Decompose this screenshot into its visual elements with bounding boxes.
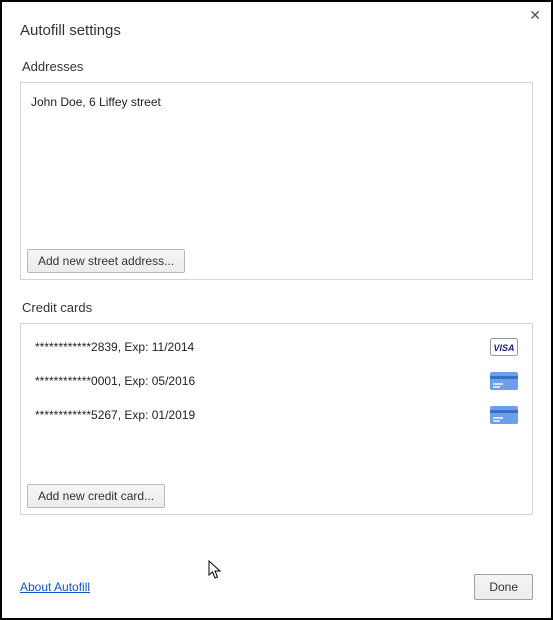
- credit-card-text: ************0001, Exp: 05/2016: [35, 374, 490, 388]
- address-item[interactable]: John Doe, 6 Liffey street: [27, 89, 526, 115]
- credit-card-item[interactable]: ************0001, Exp: 05/2016: [27, 364, 526, 398]
- add-address-button[interactable]: Add new street address...: [27, 249, 185, 273]
- credit-card-item[interactable]: ************2839, Exp: 11/2014VISA: [27, 330, 526, 364]
- generic-card-icon: [490, 406, 518, 424]
- close-icon: ✕: [529, 7, 541, 23]
- done-button[interactable]: Done: [474, 574, 533, 600]
- credit-card-text: ************5267, Exp: 01/2019: [35, 408, 490, 422]
- credit-cards-list: ************2839, Exp: 11/2014VISA******…: [27, 330, 526, 432]
- add-credit-card-button[interactable]: Add new credit card...: [27, 484, 165, 508]
- credit-card-text: ************2839, Exp: 11/2014: [35, 340, 490, 354]
- addresses-list: John Doe, 6 Liffey street: [27, 89, 526, 115]
- addresses-panel: John Doe, 6 Liffey street Add new street…: [20, 82, 533, 280]
- close-button[interactable]: ✕: [529, 8, 541, 22]
- svg-text:VISA: VISA: [493, 343, 514, 353]
- credit-cards-label: Credit cards: [22, 300, 533, 315]
- dialog-title: Autofill settings: [20, 22, 533, 39]
- addresses-label: Addresses: [22, 59, 533, 74]
- address-text: John Doe, 6 Liffey street: [31, 95, 161, 109]
- credit-card-item[interactable]: ************5267, Exp: 01/2019: [27, 398, 526, 432]
- generic-card-icon: [490, 372, 518, 390]
- autofill-settings-dialog: ✕ Autofill settings Addresses John Doe, …: [2, 2, 551, 618]
- credit-cards-panel: ************2839, Exp: 11/2014VISA******…: [20, 323, 533, 515]
- dialog-footer: About Autofill Done: [20, 574, 533, 600]
- visa-card-icon: VISA: [490, 338, 518, 356]
- about-autofill-link[interactable]: About Autofill: [20, 580, 90, 594]
